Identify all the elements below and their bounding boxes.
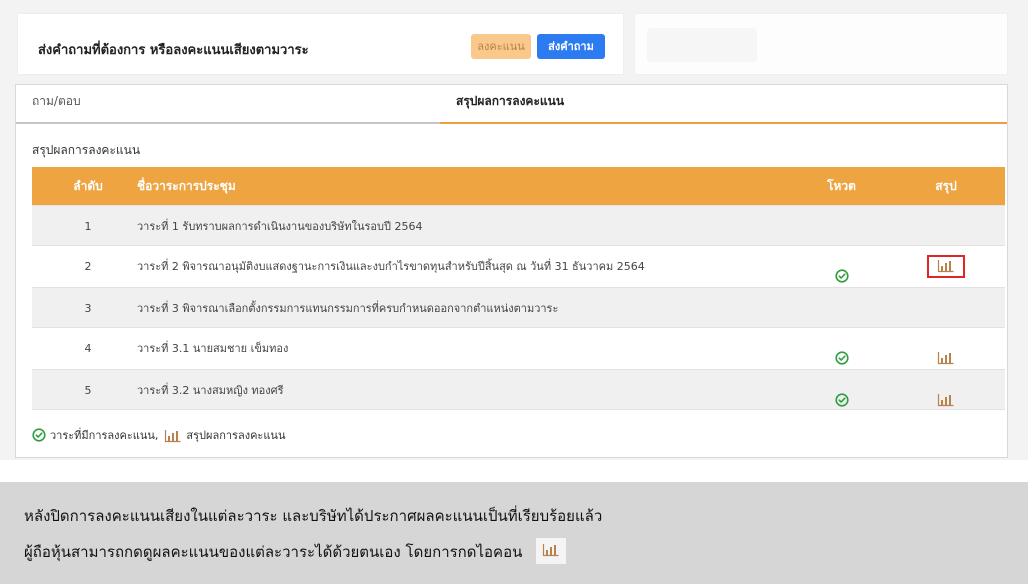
table-row: 5 วาระที่ 3.2 นางสมหญิง ทองศรี: [32, 369, 1005, 410]
header-title: ส่งคำถามที่ต้องการ หรือลงคะแนนเสียงตามวา…: [38, 43, 309, 58]
bar-chart-icon: [536, 537, 567, 564]
check-circle-icon: [834, 259, 849, 283]
bar-chart-icon: [164, 429, 182, 443]
vote-button[interactable]: ลงคะแนน: [471, 34, 531, 59]
agenda-name: วาระที่ 3.2 นางสมหญิง ทองศรี: [137, 384, 284, 397]
table-header: ลำดับ ชื่อวาระการประชุม โหวต สรุป: [32, 167, 1005, 205]
agenda-name: วาระที่ 3 พิจารณาเลือกตั้งกรรมการแทนกรรม…: [137, 302, 559, 315]
highlighted-summary-button[interactable]: [927, 254, 965, 278]
agenda-number: 5: [84, 384, 92, 397]
agenda-number: 2: [84, 260, 92, 273]
side-card: [634, 13, 1008, 75]
vote-status: [808, 206, 875, 245]
agenda-name: วาระที่ 3.1 นายสมชาย เข็มทอง: [137, 342, 289, 355]
tab-qa[interactable]: ถาม/ตอบ: [16, 86, 440, 124]
check-circle-icon: [32, 428, 46, 442]
column-header-vote: โหวต: [827, 179, 856, 193]
legend-voted-label: วาระที่มีการลงคะแนน,: [50, 429, 159, 442]
note-line-2: ผู้ถือหุ้นสามารถกดดูผลคะแนนของแต่ละวาระไ…: [24, 537, 567, 564]
vote-status: [808, 328, 875, 369]
bar-chart-icon[interactable]: [937, 259, 955, 273]
bar-chart-icon[interactable]: [937, 341, 955, 365]
summary-cell: [907, 246, 985, 287]
agenda-name: วาระที่ 2 พิจารณาอนุมัติงบแสดงฐานะการเงิ…: [137, 260, 645, 273]
instruction-note: หลังปิดการลงคะแนนเสียงในแต่ละวาระ และบริ…: [0, 482, 1028, 584]
legend-summary-label: สรุปผลการลงคะแนน: [186, 429, 286, 442]
bar-chart-icon[interactable]: [937, 383, 955, 407]
agenda-number: 3: [84, 302, 92, 315]
check-circle-icon: [834, 383, 849, 407]
table-row: 1 วาระที่ 1 รับทราบผลการดำเนินงานของบริษั…: [32, 205, 1005, 246]
column-header-number: ลำดับ: [73, 179, 103, 193]
note-line-1: หลังปิดการลงคะแนนเสียงในแต่ละวาระ และบริ…: [24, 507, 603, 525]
check-circle-icon: [834, 341, 849, 365]
legend: วาระที่มีการลงคะแนน, สรุปผลการลงคะแนน: [32, 426, 285, 444]
column-header-summary: สรุป: [935, 179, 957, 193]
table-row: 2 วาระที่ 2 พิจารณาอนุมัติงบแสดงฐานะการเง…: [32, 246, 1005, 287]
note-line-2-text: ผู้ถือหุ้นสามารถกดดูผลคะแนนของแต่ละวาระไ…: [24, 543, 523, 561]
header-card: ส่งคำถามที่ต้องการ หรือลงคะแนนเสียงตามวา…: [17, 13, 624, 75]
vote-status: [808, 370, 875, 409]
vote-status: [808, 246, 875, 287]
table-row: 3 วาระที่ 3 พิจารณาเลือกตั้งกรรมการแทนกรร…: [32, 287, 1005, 328]
agenda-number: 1: [84, 220, 92, 233]
side-card-placeholder: [647, 28, 757, 62]
summary-cell: [907, 328, 985, 369]
ask-question-button[interactable]: ส่งคำถาม: [537, 34, 605, 59]
table-row: 4 วาระที่ 3.1 นายสมชาย เข็มทอง: [32, 328, 1005, 369]
summary-cell: [907, 206, 985, 245]
table-body: 1 วาระที่ 1 รับทราบผลการดำเนินงานของบริษั…: [32, 205, 1005, 410]
section-title: สรุปผลการลงคะแนน: [32, 143, 141, 157]
summary-cell: [907, 370, 985, 409]
agenda-table: ลำดับ ชื่อวาระการประชุม โหวต สรุป 1 วาระท…: [32, 167, 1005, 410]
vote-status: [808, 288, 875, 327]
summary-cell: [907, 288, 985, 327]
agenda-number: 4: [84, 342, 92, 355]
agenda-name: วาระที่ 1 รับทราบผลการดำเนินงานของบริษัท…: [137, 220, 423, 233]
tab-vote-summary[interactable]: สรุปผลการลงคะแนน: [440, 86, 1007, 124]
column-header-agenda: ชื่อวาระการประชุม: [137, 179, 236, 193]
